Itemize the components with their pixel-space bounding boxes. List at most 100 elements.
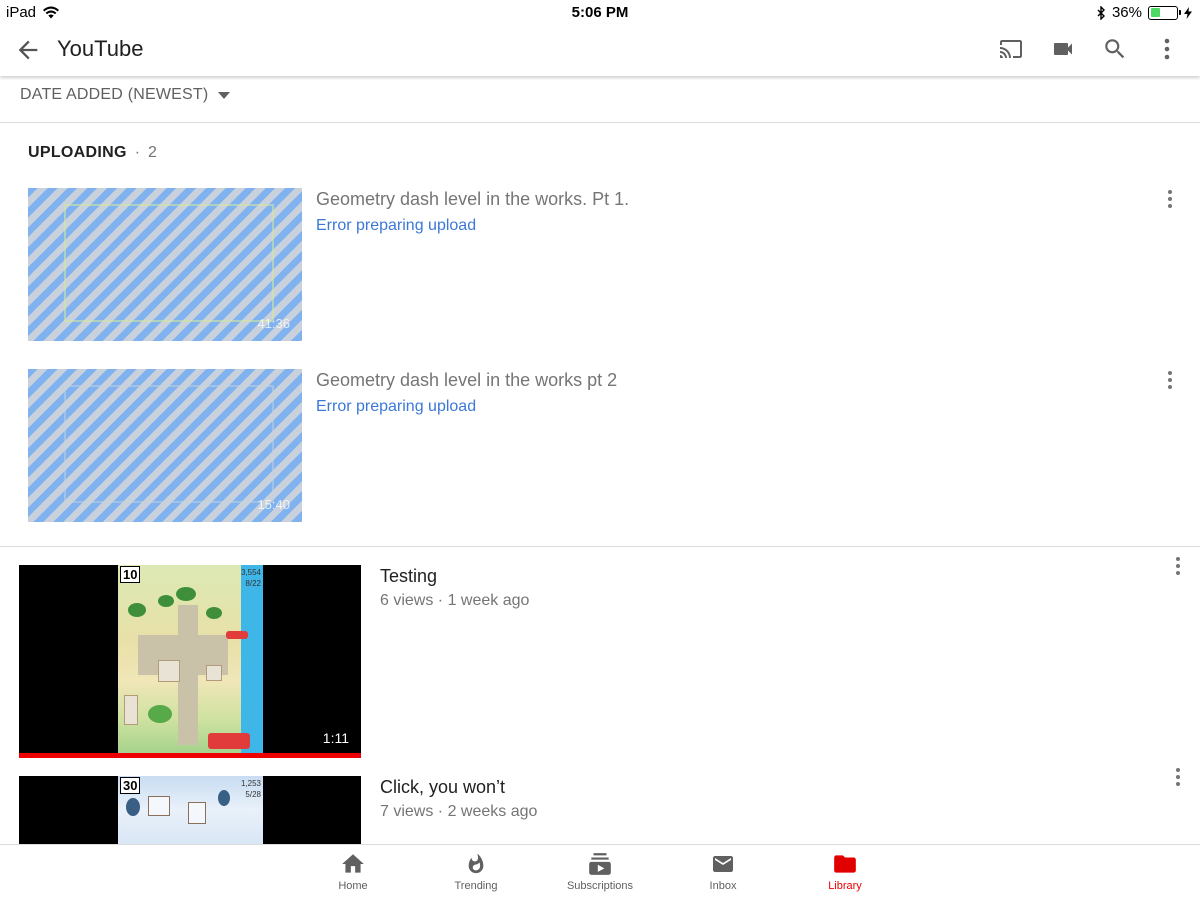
hud-level: 10	[120, 566, 141, 583]
bottom-nav: Home Trending Subscriptions Inbox Librar…	[0, 844, 1200, 900]
nav-label: Subscriptions	[566, 880, 634, 892]
video-thumbnail[interactable]: 10 3,554 8/22 1:11	[19, 565, 361, 758]
more-vert-icon	[1164, 38, 1170, 60]
thumbnail-frame	[64, 204, 274, 322]
folder-icon	[831, 851, 859, 877]
dot	[1176, 557, 1180, 561]
subscriptions-icon	[586, 851, 614, 877]
video-title[interactable]: Testing	[380, 566, 437, 587]
arrow-back-icon	[18, 40, 38, 60]
upload-thumbnail[interactable]: 15:40	[28, 369, 302, 522]
more-options-button[interactable]	[1152, 34, 1182, 64]
status-time: 5:06 PM	[571, 4, 629, 21]
game-screenshot: 10 3,554 8/22	[118, 565, 263, 758]
thumbnail-frame	[64, 385, 274, 503]
uploading-count: 2	[148, 144, 157, 161]
hud-score-sub: 5/28	[245, 790, 261, 799]
grass	[148, 705, 172, 723]
nav-library[interactable]: Library	[800, 851, 890, 892]
upload-thumbnail[interactable]: 41:36	[28, 188, 302, 341]
hud-score-value: 3,554	[240, 568, 261, 577]
nav-label: Trending	[454, 880, 498, 892]
water	[241, 565, 263, 758]
building	[148, 796, 170, 816]
bluetooth-icon	[1097, 5, 1105, 20]
dot	[1168, 371, 1172, 375]
video-thumbnail[interactable]: 30 1,253 5/28	[19, 776, 361, 844]
nav-label: Home	[338, 880, 368, 892]
page-title: YouTube	[57, 36, 144, 61]
app-actions	[996, 34, 1182, 64]
video-meta: 6 views · 1 week ago	[380, 592, 530, 609]
dot	[1176, 564, 1180, 568]
cast-button[interactable]	[996, 34, 1026, 64]
dot	[1176, 775, 1180, 779]
item-menu-button[interactable]	[1160, 186, 1180, 212]
battery-icon	[1148, 5, 1181, 20]
app-bar: YouTube	[0, 24, 1200, 76]
nav-label: Library	[828, 880, 862, 892]
search-icon	[1105, 39, 1125, 59]
status-right: 36%	[1097, 4, 1192, 21]
duration-label: 15:40	[257, 497, 290, 512]
uploading-label: UPLOADING	[28, 144, 127, 161]
video-meta: 7 views · 2 weeks ago	[380, 803, 538, 820]
palm-tree	[128, 603, 146, 617]
building	[188, 802, 206, 824]
dot	[1168, 385, 1172, 389]
boat	[226, 631, 248, 639]
search-button[interactable]	[1100, 34, 1130, 64]
upload-error-status: Error preparing upload	[316, 217, 477, 234]
building	[158, 660, 180, 682]
item-menu-button[interactable]	[1160, 367, 1180, 393]
game-screenshot: 30 1,253 5/28	[118, 776, 263, 844]
upload-title[interactable]: Geometry dash level in the works. Pt 1.	[316, 189, 629, 210]
dot	[1176, 768, 1180, 772]
nav-home[interactable]: Home	[308, 851, 398, 892]
video-camera-icon	[1054, 43, 1072, 55]
pine-tree	[218, 790, 230, 806]
hud-score: 3,554 8/22	[241, 567, 261, 589]
flame-icon	[462, 851, 490, 877]
video-title[interactable]: Click, you won’t	[380, 777, 505, 798]
back-button[interactable]	[14, 36, 42, 64]
nav-subscriptions[interactable]: Subscriptions	[555, 851, 645, 892]
dot	[1176, 571, 1180, 575]
watch-progress-bar	[19, 753, 361, 758]
battery-percent: 36%	[1111, 4, 1142, 21]
home-icon	[339, 851, 367, 877]
palm-tree	[158, 595, 174, 607]
upload-video-button[interactable]	[1048, 34, 1078, 64]
divider	[0, 122, 1200, 123]
sort-label: DATE ADDED (NEWEST)	[20, 86, 209, 103]
separator: ·	[134, 144, 141, 161]
duration-label: 41:36	[257, 316, 290, 331]
status-bar: iPad 5:06 PM 36%	[0, 0, 1200, 24]
hud-score-value: 1,253	[240, 779, 261, 788]
pine-tree	[126, 798, 140, 816]
palm-tree	[176, 587, 196, 601]
uploading-header: UPLOADING · 2	[28, 144, 157, 162]
dot	[1168, 190, 1172, 194]
cast-icon	[1000, 40, 1022, 58]
nav-trending[interactable]: Trending	[431, 851, 521, 892]
road	[178, 605, 198, 745]
dropdown-arrow-icon	[218, 91, 231, 99]
building	[206, 665, 222, 681]
nav-label: Inbox	[709, 880, 737, 892]
nav-inbox[interactable]: Inbox	[678, 851, 768, 892]
mail-icon	[709, 851, 737, 877]
dot	[1176, 782, 1180, 786]
boat	[208, 733, 250, 749]
dot	[1168, 378, 1172, 382]
hud-level: 30	[120, 777, 141, 794]
battery-fill	[1150, 8, 1160, 17]
hud-score-sub: 8/22	[245, 579, 261, 588]
sort-dropdown[interactable]: DATE ADDED (NEWEST)	[20, 86, 231, 104]
upload-error-status: Error preparing upload	[316, 398, 477, 415]
upload-title[interactable]: Geometry dash level in the works pt 2	[316, 370, 617, 391]
charging-icon	[1184, 6, 1192, 19]
item-menu-button[interactable]	[1168, 764, 1188, 790]
dot	[1168, 197, 1172, 201]
item-menu-button[interactable]	[1168, 553, 1188, 579]
